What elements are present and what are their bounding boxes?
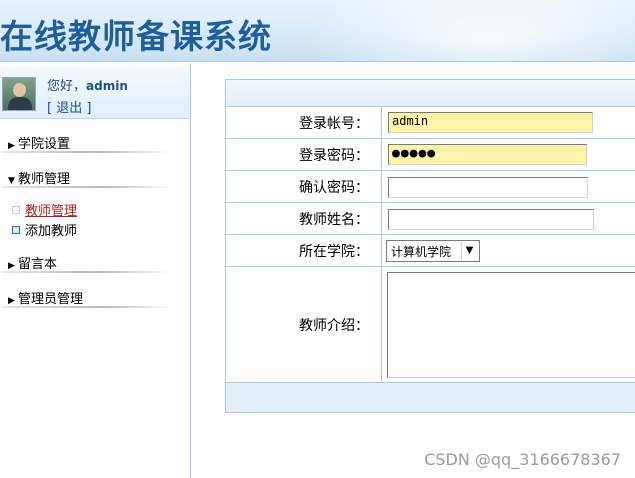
caret-right-icon: ▶ [8,296,15,306]
chevron-down-icon: ▼ [461,242,477,260]
field-label: 登录帐号： [226,107,382,138]
avatar [2,77,36,111]
field-label: 教师姓名： [226,203,382,234]
field-label: 所在学院： [226,235,382,266]
form-row-teacher-name: 教师姓名： [226,203,635,235]
menu-college-settings[interactable]: ▶ 学院设置 [8,133,70,152]
square-bullet-icon [12,226,20,234]
form-row-login-account: 登录帐号： admin [226,107,635,139]
form-row-teacher-intro: 教师介绍： [226,267,635,384]
submenu-add-teacher[interactable]: 添加教师 [12,220,77,239]
form-row-login-password: 登录密码： ●●●●● [226,139,635,171]
menu-label: 留言本 [18,257,58,272]
watermark: CSDN @qq_3166678367 [424,450,621,469]
form-row-college: 所在学院： 计算机学院 ▼ [226,235,635,267]
teacher-form: 登录帐号： admin 登录密码： ●●●●● 确认密码： 教师姓名： 所在学院… [225,79,635,413]
menu-divider [2,186,170,188]
login-password-input[interactable]: ●●●●● [388,144,587,165]
field-label: 确认密码： [226,171,382,202]
field-label: 教师介绍： [226,267,382,383]
menu-label: 管理员管理 [18,292,84,307]
menu-admin-management[interactable]: ▶ 管理员管理 [8,288,83,307]
user-panel: 您好，admin [ 退出 ] [0,65,190,119]
form-footer-bar [226,382,635,412]
college-select[interactable]: 计算机学院 ▼ [386,240,480,262]
caret-right-icon: ▶ [8,261,15,271]
menu-divider [2,306,170,308]
teacher-name-input[interactable] [388,209,594,230]
menu-label: 教师管理 [18,172,71,187]
login-account-input[interactable]: admin [388,112,593,133]
confirm-password-input[interactable] [388,177,588,198]
square-bullet-icon [12,206,20,214]
sidebar: 您好，admin [ 退出 ] ▶ 学院设置 ▼ 教师管理 教师管理 添加教师 ▶ 留… [0,63,191,478]
submenu-label: 教师管理 [25,204,78,219]
app-title: 在线教师备课系统 [0,17,272,56]
greeting: 您好，admin [47,75,128,94]
menu-label: 学院设置 [18,137,71,152]
app-window: 在线教师备课系统 您好，admin [ 退出 ] ▶ 学院设置 ▼ 教师管理 教师管… [0,0,635,478]
form-row-confirm-password: 确认密码： [226,171,635,203]
submenu-teacher-management[interactable]: 教师管理 [12,200,77,219]
header-banner: 在线教师备课系统 [0,0,635,62]
field-label: 登录密码： [226,139,382,170]
teacher-intro-textarea[interactable] [387,272,635,378]
menu-divider [2,271,170,273]
header-glow [300,0,635,61]
menu-divider [2,151,170,153]
logout-link[interactable]: [ 退出 ] [47,97,91,116]
menu-teacher-management[interactable]: ▼ 教师管理 [8,168,70,187]
greeting-prefix: 您好， [47,79,87,94]
caret-right-icon: ▶ [8,141,15,151]
menu-guestbook[interactable]: ▶ 留言本 [8,253,57,272]
caret-down-icon: ▼ [8,176,15,186]
form-header-bar [226,80,635,107]
college-select-value: 计算机学院 [391,245,452,259]
submenu-label: 添加教师 [25,224,78,239]
username: admin [86,79,128,93]
